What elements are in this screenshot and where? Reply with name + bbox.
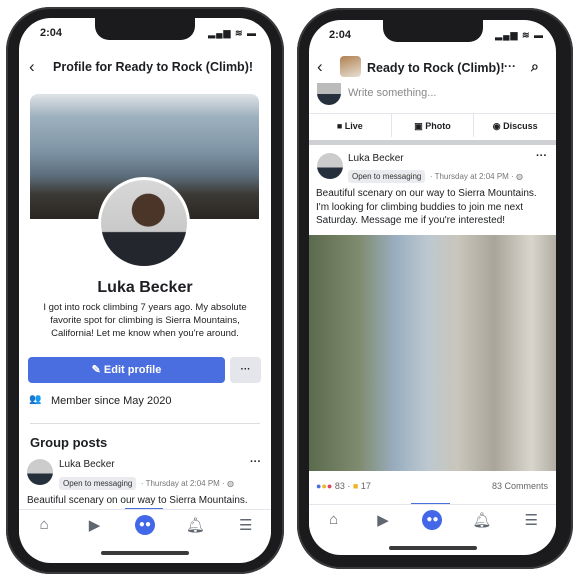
group-title[interactable]: Ready to Rock (Climb)!	[367, 61, 505, 75]
post-meta: · Thursday at 2:04 PM · ◍	[429, 172, 523, 181]
gift-count: 17	[360, 481, 371, 491]
search-icon[interactable]: ⌕	[531, 58, 539, 75]
post-more-icon[interactable]: ···	[250, 456, 261, 468]
more-options-button[interactable]: ···	[230, 357, 261, 383]
groups-icon[interactable]: ●●	[417, 509, 447, 530]
bottom-nav: ⌂ ▶ ●● 🔔︎ ☰	[19, 509, 271, 539]
discuss-button[interactable]: ◉ Discuss	[473, 114, 556, 137]
live-button[interactable]: ■ Live	[309, 114, 391, 137]
bottom-nav: ⌂ ▶ ●● 🔔︎ ☰	[309, 504, 556, 534]
back-icon[interactable]: ‹	[317, 57, 323, 77]
composer-avatar	[317, 83, 341, 105]
photo-label: Photo	[425, 121, 451, 131]
reaction-count: 83 ·	[334, 481, 351, 491]
home-indicator	[101, 551, 189, 555]
notch	[382, 20, 483, 42]
video-icon: ■	[336, 121, 345, 131]
post-text: Beautiful scenary on our way to Sierra M…	[27, 495, 248, 506]
reactions-row[interactable]: ●●● 83 · ■ 17	[316, 481, 371, 491]
discuss-label: Discuss	[503, 121, 538, 131]
messaging-chip: Open to messaging	[59, 477, 137, 490]
video-icon[interactable]: ▶	[368, 511, 398, 529]
status-time: 2:04	[329, 29, 352, 41]
pencil-icon: ✎	[91, 364, 104, 376]
group-thumbnail	[340, 56, 361, 77]
status-icons: ▂▄▆ ≋ ▬	[208, 28, 257, 38]
home-indicator	[388, 546, 477, 550]
profile-screen: 2:04 ▂▄▆ ≋ ▬ ‹ Profile for Ready to Rock…	[19, 18, 271, 563]
divider	[30, 423, 260, 424]
menu-icon[interactable]: ☰	[231, 516, 261, 534]
post-more-icon[interactable]: ···	[536, 150, 547, 162]
member-since: Member since May 2020	[51, 395, 172, 407]
comments-count[interactable]: 83 Comments	[492, 481, 548, 491]
gift-icon: ■	[352, 481, 359, 491]
members-icon: 👥	[29, 394, 42, 405]
post-author[interactable]: Luka Becker	[348, 153, 404, 164]
notch	[95, 18, 195, 40]
more-icon[interactable]: ···	[504, 59, 516, 73]
photo-button[interactable]: ▣ Photo	[390, 114, 474, 137]
photo-icon: ▣	[414, 121, 426, 131]
composer-actions: ■ Live ▣ Photo ◉ Discuss	[309, 113, 556, 137]
post-avatar	[27, 459, 53, 485]
profile-bio: I got into rock climbing 7 years ago. My…	[43, 302, 247, 339]
composer-input[interactable]: Write something...	[348, 87, 436, 99]
section-title: Group posts	[30, 435, 108, 450]
live-label: Live	[344, 121, 363, 131]
page-title: Profile for Ready to Rock (Climb)!	[53, 60, 254, 74]
profile-name: Luka Becker	[97, 279, 193, 296]
post-photo[interactable]	[309, 235, 556, 471]
section-separator	[309, 140, 556, 145]
bell-icon[interactable]: 🔔︎	[467, 511, 497, 529]
home-icon[interactable]: ⌂	[29, 516, 59, 533]
home-icon[interactable]: ⌂	[319, 511, 349, 528]
bell-icon[interactable]: 🔔︎	[180, 516, 210, 534]
edit-profile-button[interactable]: ✎ Edit profile	[28, 357, 225, 383]
group-screen: 2:04 ▂▄▆ ≋ ▬ ‹ Ready to Rock (Climb)! ··…	[309, 20, 556, 555]
groups-icon[interactable]: ●●	[130, 514, 160, 535]
post-meta: · Thursday at 2:04 PM · ◍	[140, 479, 234, 488]
messaging-chip: Open to messaging	[348, 170, 426, 183]
menu-icon[interactable]: ☰	[516, 511, 546, 529]
post-author[interactable]: Luka Becker	[59, 459, 115, 470]
post-avatar	[317, 153, 343, 179]
back-icon[interactable]: ‹	[29, 57, 35, 77]
profile-avatar	[98, 177, 190, 269]
messenger-icon: ◉	[492, 121, 504, 131]
video-icon[interactable]: ▶	[80, 516, 110, 534]
status-time: 2:04	[40, 27, 63, 39]
post-text: Beautiful scenary on our way to Sierra M…	[316, 188, 537, 226]
edit-profile-label: Edit profile	[103, 364, 162, 376]
status-icons: ▂▄▆ ≋ ▬	[495, 30, 544, 40]
